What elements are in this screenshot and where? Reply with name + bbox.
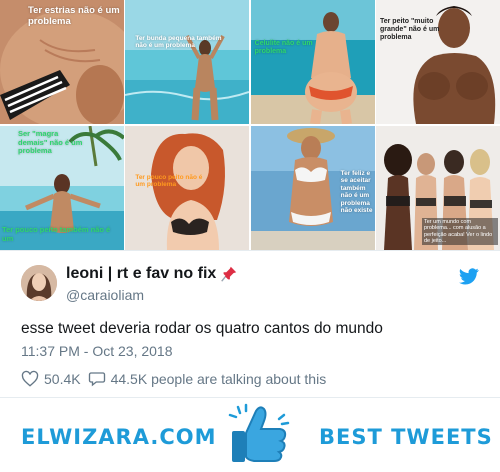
- brand-banner: ELWIZARA.COM BEST TWEETS: [0, 399, 500, 472]
- tile-caption-secondary: Ter pouco peito também não é um: [2, 225, 111, 243]
- tile-caption: Ser "magra demais" não é um problema: [18, 129, 83, 156]
- twitter-bird-icon[interactable]: [459, 268, 479, 285]
- photo-tile-6[interactable]: Ter pouco peito não é um problema: [125, 126, 250, 250]
- user-handle[interactable]: @caraioliam: [66, 287, 144, 303]
- tile-caption: Ter estrias não é um problema: [28, 5, 120, 27]
- heart-icon: [21, 370, 39, 387]
- display-name[interactable]: leoni | rt e fav no fix: [66, 265, 216, 283]
- tweet-timestamp[interactable]: 11:37 PM - Oct 23, 2018: [21, 343, 173, 359]
- tweet-text: esse tweet deveria rodar os quatro canto…: [21, 320, 383, 337]
- photo-beach: [125, 0, 250, 124]
- like-button[interactable]: 50.4K: [21, 370, 81, 388]
- like-count: 50.4K: [44, 371, 81, 387]
- tile-caption: Ter bunda pequena também não é um proble…: [135, 35, 222, 50]
- photo-tile-1[interactable]: Ter estrias não é um problema: [0, 0, 124, 124]
- photo-tile-5[interactable]: Ser "magra demais" não é um problema Ter…: [0, 126, 124, 250]
- tweet-actions: 50.4K 44.5K people are talking about thi…: [21, 370, 333, 388]
- photo-tile-3[interactable]: Celulite não é um problema: [250, 0, 375, 124]
- tile-caption: Ter pouco peito não é um problema: [135, 174, 203, 189]
- conversation-link[interactable]: 44.5K people are talking about this: [88, 370, 327, 388]
- thumbs-up-icon: [228, 403, 290, 462]
- tile-caption: Ter um mundo com problema... com alusão …: [421, 218, 498, 246]
- pushpin-icon: [221, 266, 237, 282]
- tile-caption: Celulite não é um problema: [254, 40, 313, 56]
- tile-caption: Ter feliz e se aceitar também não é um p…: [340, 170, 373, 215]
- photo-tile-8[interactable]: Ter um mundo com problema... com alusão …: [375, 126, 500, 250]
- avatar[interactable]: [21, 265, 57, 301]
- photo-tile-4[interactable]: Ter peito "muito grande" não é um proble…: [375, 0, 500, 124]
- author-row: leoni | rt e fav no fix: [66, 265, 238, 283]
- talking-count: 44.5K people are talking about this: [110, 371, 327, 387]
- photo-grid: Ter estrias não é um problema Ter bunda …: [0, 0, 500, 250]
- tweet-card[interactable]: leoni | rt e fav no fix @caraioliam esse…: [0, 250, 500, 398]
- speech-bubble-icon: [88, 372, 105, 387]
- section-name: BEST TWEETS: [319, 425, 493, 449]
- photo-cellulite: [250, 0, 375, 124]
- photo-tile-2[interactable]: Ter bunda pequena também não é um proble…: [125, 0, 250, 124]
- avatar-image: [21, 265, 57, 301]
- photo-tile-7[interactable]: Ter feliz e se aceitar também não é um p…: [250, 126, 375, 250]
- site-name[interactable]: ELWIZARA.COM: [21, 425, 217, 449]
- tile-caption: Ter peito "muito grande" não é um proble…: [379, 18, 440, 42]
